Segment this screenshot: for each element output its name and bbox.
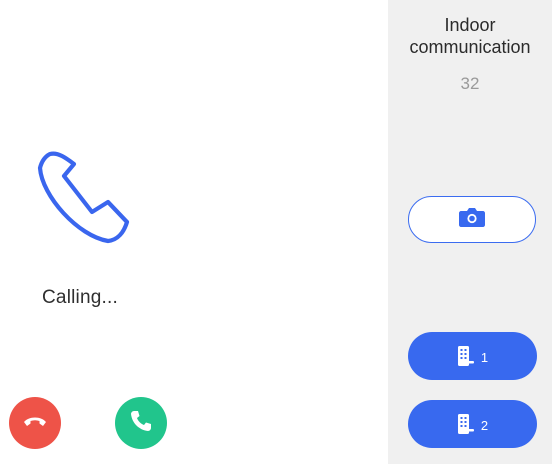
call-status-text: Calling...: [42, 287, 118, 308]
door-lock-icon: [457, 345, 475, 367]
phone-answer-icon: [128, 408, 154, 439]
phone-hangup-icon: [21, 407, 49, 440]
door-lock-icon: [457, 413, 475, 435]
side-panel: Indoor communication 32 1 2: [388, 0, 552, 464]
unlock-door-2-button[interactable]: 2: [408, 400, 537, 448]
unlock-door-1-label: 1: [480, 349, 489, 365]
camera-icon: [458, 206, 486, 233]
unlock-door-2-label: 2: [480, 417, 489, 433]
phone-handset-icon: [28, 146, 148, 254]
panel-title: Indoor communication: [409, 15, 531, 57]
snapshot-button[interactable]: [408, 196, 536, 243]
room-number: 32: [460, 74, 480, 93]
call-area: Calling...: [0, 0, 388, 464]
hangup-button[interactable]: [9, 397, 61, 449]
unlock-door-1-button[interactable]: 1: [408, 332, 537, 380]
answer-button[interactable]: [115, 397, 167, 449]
